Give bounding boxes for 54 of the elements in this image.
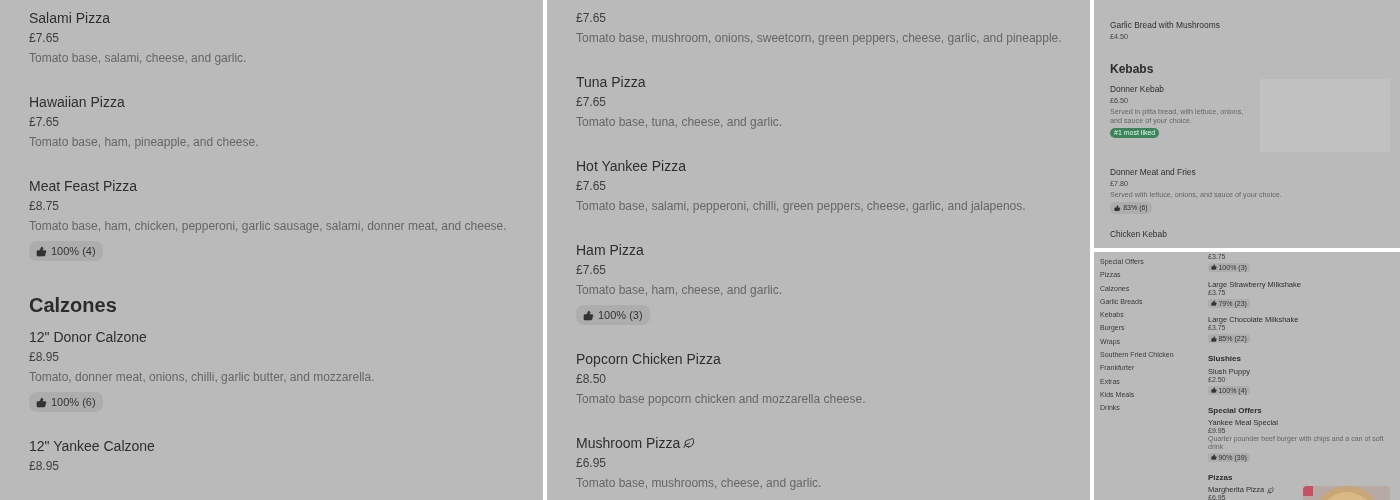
rating-text: 100% (4) bbox=[51, 244, 96, 259]
item-title[interactable]: Ham Pizza bbox=[576, 240, 644, 260]
item-description: Tomato base, ham, cheese, and garlic. bbox=[576, 282, 783, 299]
thumbs-up-icon bbox=[36, 245, 47, 257]
thumbs-up-icon bbox=[36, 396, 47, 408]
item-description: Tomato base, salami, cheese, and garlic. bbox=[29, 50, 247, 67]
item-price: £7.65 bbox=[576, 94, 607, 111]
item-price: £8.50 bbox=[576, 371, 607, 388]
item-price: £7.65 bbox=[576, 10, 607, 27]
item-description: Tomato base, tuna, cheese, and garlic. bbox=[576, 114, 783, 131]
item-price: £8.95 bbox=[29, 349, 60, 366]
item-price: £7.65 bbox=[576, 262, 607, 279]
thumbs-up-icon bbox=[1211, 454, 1217, 461]
item-title[interactable]: Hot Yankee Pizza bbox=[576, 156, 686, 176]
item-description: Tomato base, ham, pineapple, and cheese. bbox=[29, 134, 259, 151]
item-price: £8.95 bbox=[29, 458, 60, 475]
item-title[interactable]: Tuna Pizza bbox=[576, 72, 646, 92]
item-title[interactable]: Popcorn Chicken Pizza bbox=[576, 349, 721, 369]
section-heading: Slushies bbox=[1208, 354, 1242, 365]
item-title[interactable]: Mushroom Pizza bbox=[576, 433, 696, 453]
leaf-icon bbox=[683, 437, 696, 449]
item-title[interactable]: Chicken Kebab bbox=[1110, 228, 1167, 241]
item-price: £7.65 bbox=[29, 114, 60, 131]
item-price: £6.95 bbox=[576, 455, 607, 472]
thumbs-up-icon bbox=[1211, 264, 1217, 271]
rating-text: 100% (3) bbox=[598, 308, 643, 323]
item-description: Tomato base, mushrooms, cheese, and garlic. bbox=[576, 475, 822, 492]
rating-text: 100% (6) bbox=[51, 395, 96, 410]
item-title[interactable]: 12" Donor Calzone bbox=[29, 327, 147, 347]
item-price: £7.65 bbox=[29, 30, 60, 47]
item-price: £8.75 bbox=[29, 198, 60, 215]
item-price: £7.65 bbox=[576, 178, 607, 195]
thumbs-up-icon bbox=[1211, 387, 1217, 394]
thumbs-up-icon bbox=[1211, 335, 1217, 342]
section-heading: Pizzas bbox=[1208, 472, 1234, 484]
item-description: Tomato base, ham, chicken, pepperoni, garlic sausage, salami, donner meat, and cheese. bbox=[29, 218, 507, 235]
item-description: Tomato base popcorn chicken and mozzarella cheese. bbox=[576, 391, 866, 408]
item-title[interactable]: Meat Feast Pizza bbox=[29, 176, 138, 196]
item-title[interactable]: Hawaiian Pizza bbox=[29, 92, 125, 112]
item-title[interactable]: Donner Kebab bbox=[1110, 82, 1164, 95]
item-description: Tomato, donner meat, onions, chilli, garlic butter, and mozzarella. bbox=[29, 369, 375, 386]
section-heading: Calzones bbox=[29, 293, 118, 318]
item-title[interactable]: 12" Yankee Calzone bbox=[29, 436, 155, 456]
item-description: Tomato base, mushroom, onions, sweetcorn, green peppers, cheese, garlic, and pineapple. bbox=[576, 30, 1062, 47]
leaf-icon bbox=[1267, 486, 1275, 494]
section-heading: Kebabs bbox=[1110, 61, 1155, 78]
section-heading: Special Offers bbox=[1208, 405, 1263, 416]
item-title[interactable]: Donner Meat and Fries bbox=[1110, 166, 1196, 178]
item-title[interactable]: Garlic Bread with Mushrooms bbox=[1110, 19, 1220, 31]
item-title[interactable]: Salami Pizza bbox=[29, 8, 110, 28]
thumbs-up-icon bbox=[1114, 204, 1121, 212]
thumbs-up-icon bbox=[1211, 300, 1217, 307]
item-description: Tomato base, salami, pepperoni, chilli, green peppers, cheese, garlic, and jalapenos. bbox=[576, 198, 1026, 215]
thumbs-up-icon bbox=[583, 309, 594, 321]
